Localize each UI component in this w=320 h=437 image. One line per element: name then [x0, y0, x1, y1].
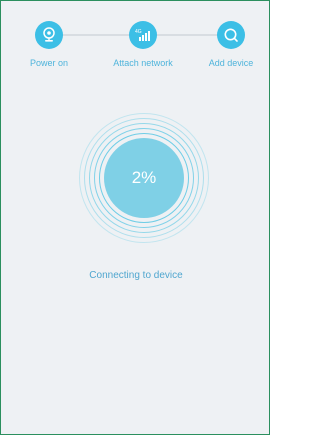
progress-circle: 2%	[104, 138, 184, 218]
connection-screen: Power on 4G Attach network Add device 2%…	[0, 0, 270, 435]
progress-indicator: 2%	[79, 113, 209, 243]
step-power-on: Power on	[9, 21, 89, 68]
step-add-device: Add device	[191, 21, 269, 68]
search-icon	[217, 21, 245, 49]
step-attach-network: 4G Attach network	[103, 21, 183, 68]
camera-icon	[35, 21, 63, 49]
network-badge: 4G	[135, 29, 142, 35]
step-label: Attach network	[113, 58, 173, 68]
status-message: Connecting to device	[89, 270, 183, 281]
setup-steps: Power on 4G Attach network Add device	[1, 1, 269, 81]
step-label: Power on	[29, 58, 69, 68]
progress-percent: 2%	[131, 168, 157, 187]
step-label: Add device	[208, 58, 254, 68]
signal-4g-icon: 4G	[129, 21, 157, 49]
